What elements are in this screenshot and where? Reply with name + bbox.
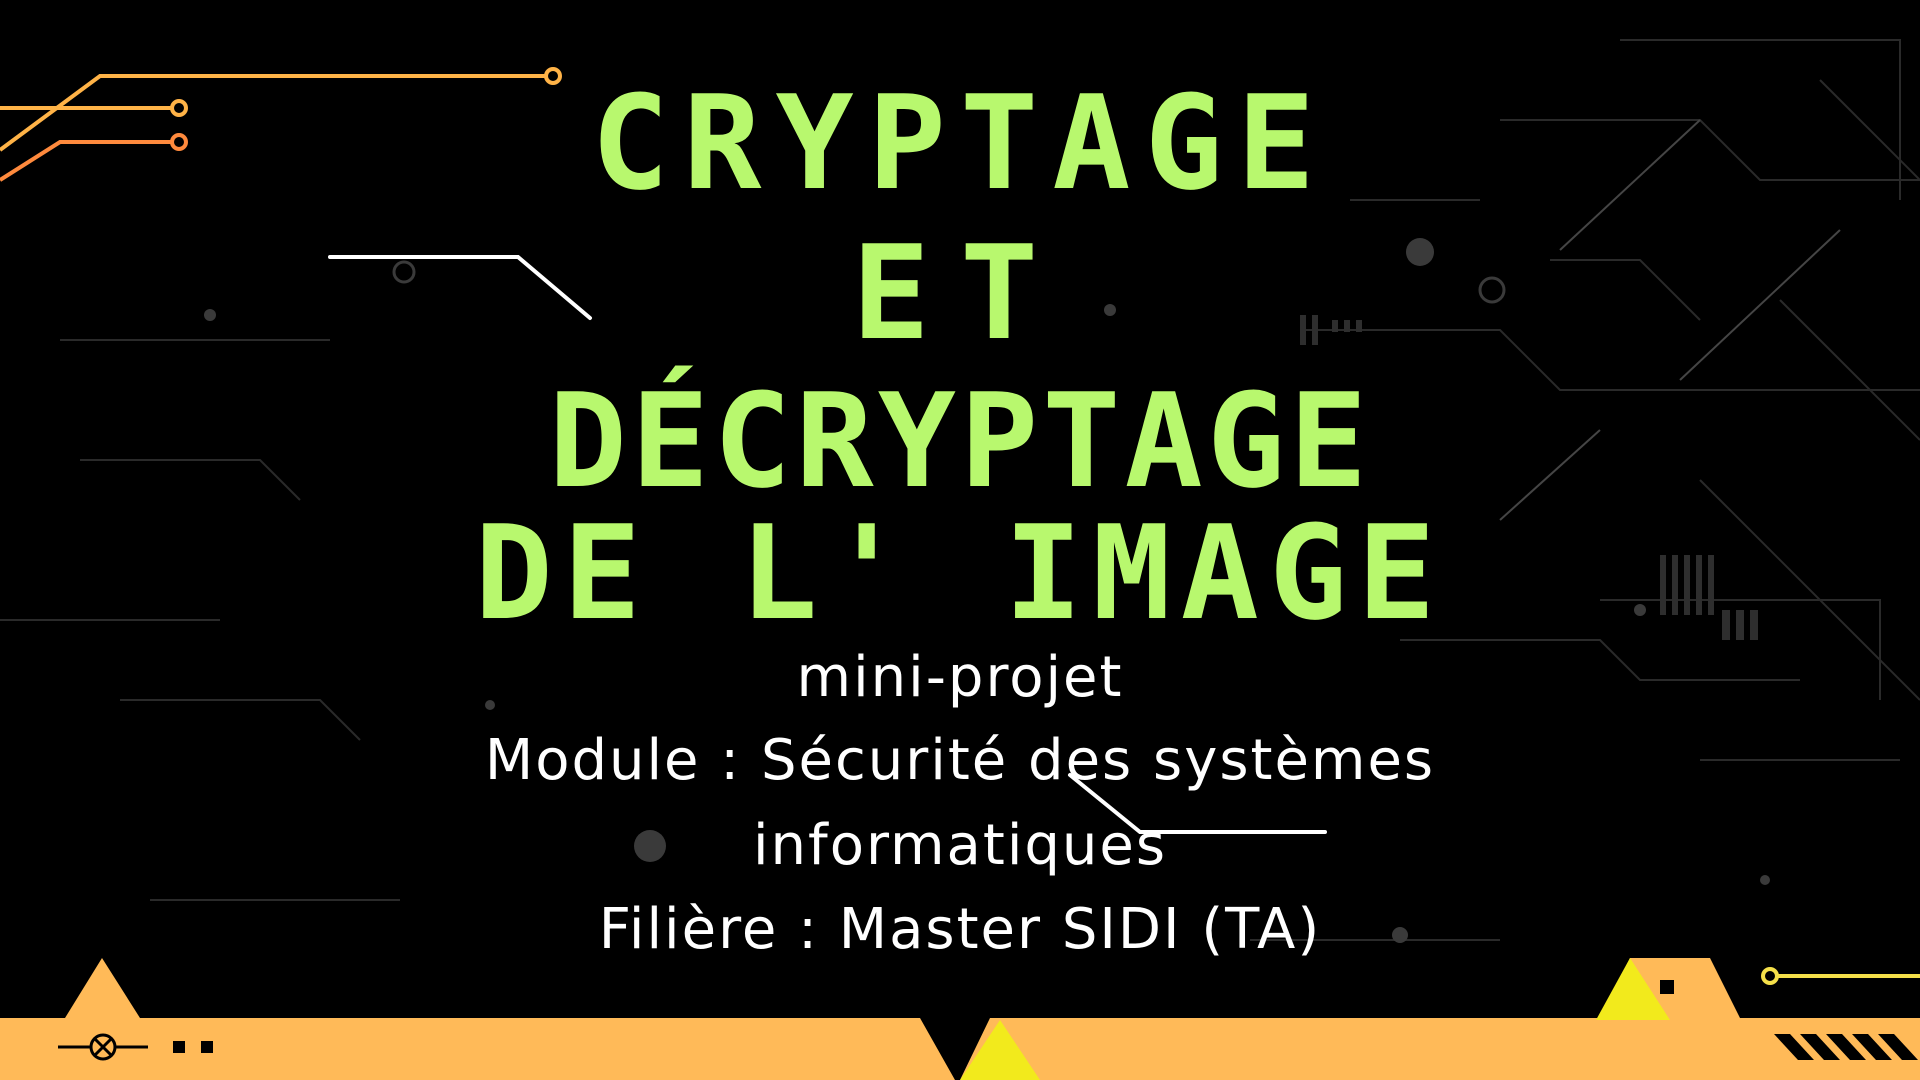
subtitle-module: Module : Sécurité des systèmes <box>484 728 1436 793</box>
title-line-3: DÉCRYPTAGE <box>548 365 1372 517</box>
title-line-4: DE L' IMAGE <box>474 497 1446 649</box>
circuit-trace-icon <box>1761 967 1920 985</box>
title-line-1: CRYPTAGE <box>590 67 1330 219</box>
slide-canvas: CRYPTAGE ET DÉCRYPTAGE DE L' IMAGE mini-… <box>0 0 1920 1080</box>
subtitle-module-continued: informatiques <box>752 813 1168 878</box>
subtitle-project-type: mini-projet <box>796 645 1124 710</box>
title-line-2: ET <box>851 217 1069 369</box>
subtitle-filiere: Filière : Master SIDI (TA) <box>598 897 1322 962</box>
